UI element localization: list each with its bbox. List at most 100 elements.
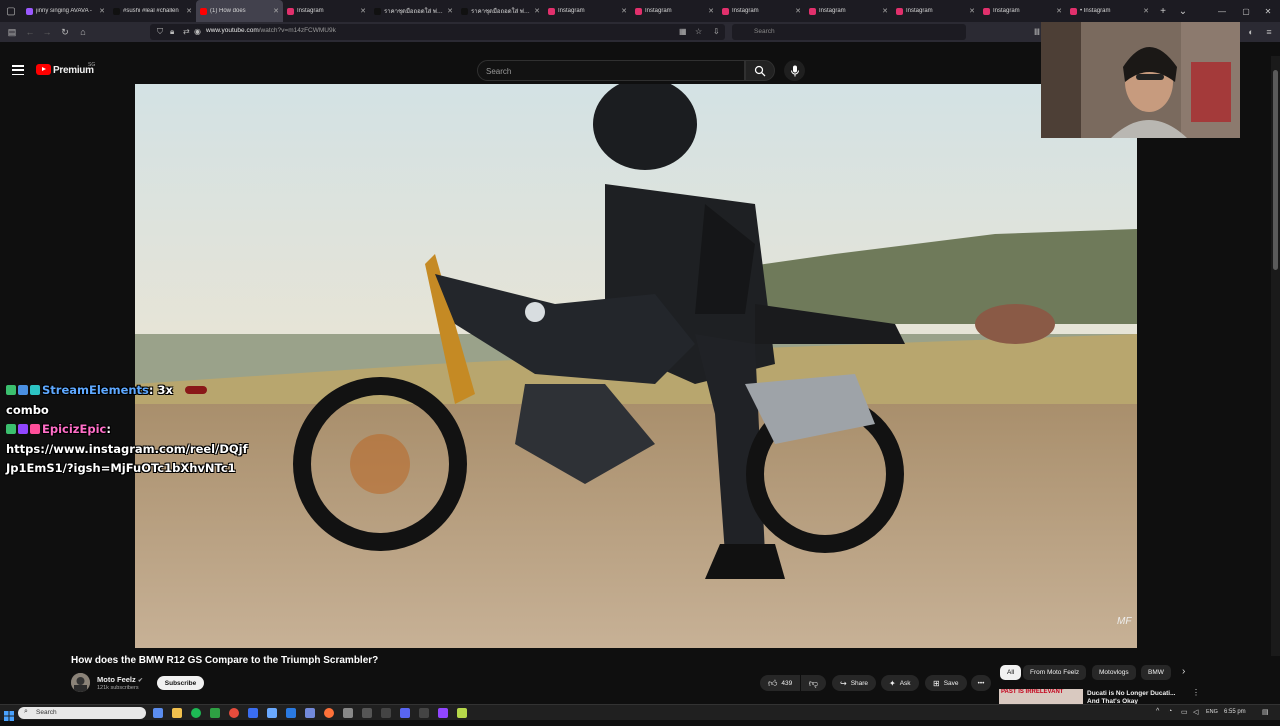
app-icon-gray[interactable]	[343, 708, 353, 718]
browser-tab[interactable]: Instagram ✕	[805, 0, 892, 22]
scrollbar-thumb[interactable]	[1273, 70, 1278, 270]
app-icon-tools[interactable]	[419, 708, 429, 718]
channel-name[interactable]: Moto Feelz ✔	[97, 675, 143, 684]
browser-tab[interactable]: ราคาชุดมือถอดใส่ พ่อค้า ✕	[457, 0, 544, 22]
youtube-logo-icon[interactable]	[36, 64, 51, 75]
youtube-search-box[interactable]	[477, 60, 745, 81]
language-indicator[interactable]: ENG	[1206, 709, 1218, 715]
twitch-icon[interactable]	[438, 708, 448, 718]
more-actions-button[interactable]: •••	[971, 675, 991, 691]
app-icon-green[interactable]	[210, 708, 220, 718]
search-button[interactable]	[745, 60, 775, 81]
browser-tab[interactable]: Instagram ✕	[544, 0, 631, 22]
new-tab-icon[interactable]: +	[1153, 6, 1173, 17]
tab-close-icon[interactable]: ✕	[534, 7, 540, 15]
tab-close-icon[interactable]: ✕	[99, 7, 105, 15]
discord-icon[interactable]	[400, 708, 410, 718]
share-button[interactable]: ↪ Share	[832, 675, 877, 691]
tab-close-icon[interactable]: ✕	[186, 7, 192, 15]
recommended-menu-icon[interactable]: ⋮	[1192, 688, 1200, 697]
maximize-icon[interactable]: ▢	[1234, 0, 1258, 22]
browser-tab[interactable]: Instagram ✕	[631, 0, 718, 22]
home-icon[interactable]: ⌂	[76, 25, 90, 39]
sidebar-toggle-icon[interactable]: ▤	[5, 25, 19, 39]
chip-bmw[interactable]: BMW	[1141, 665, 1171, 680]
permissions-icon[interactable]: ⇄	[183, 27, 190, 36]
lock-icon[interactable]: 🔒︎	[170, 27, 174, 37]
browser-tab[interactable]: Instagram ✕	[979, 0, 1066, 22]
tab-close-icon[interactable]: ✕	[621, 7, 627, 15]
browser-search-field[interactable]: Search	[732, 24, 966, 40]
tab-close-icon[interactable]: ✕	[969, 7, 975, 15]
subscribe-button[interactable]: Subscribe	[157, 676, 204, 690]
tab-close-icon[interactable]: ✕	[1143, 7, 1149, 15]
tab-close-icon[interactable]: ✕	[1056, 7, 1062, 15]
tab-close-icon[interactable]: ✕	[273, 7, 279, 15]
chrome-icon[interactable]	[248, 708, 258, 718]
reload-icon[interactable]: ↻	[58, 25, 72, 39]
page-scrollbar[interactable]	[1271, 56, 1280, 656]
browser-tab[interactable]: ราคาชุดมือถอดใส่ พ่อค้า ✕	[370, 0, 457, 22]
tab-close-icon[interactable]: ✕	[882, 7, 888, 15]
chip-all[interactable]: All	[1000, 665, 1022, 680]
dislike-button[interactable]: 👎︎	[801, 675, 826, 691]
url-bar[interactable]: ⛉ 🔒︎ ⇄ ◉ www.youtube.com/watch?v=m14zFCW…	[150, 24, 725, 40]
recommended-thumbnail[interactable]: PAST IS IRRELEVANT	[999, 689, 1083, 705]
spotify-icon[interactable]	[191, 708, 201, 718]
video-player[interactable]: MF	[135, 84, 1137, 648]
back-icon[interactable]: ←	[23, 25, 37, 39]
network-icon[interactable]: ◔	[1168, 708, 1172, 715]
app-icon-lime[interactable]	[457, 708, 467, 718]
media-icon[interactable]: ◉	[194, 27, 201, 36]
browser-tab[interactable]: #sushi #leal #challen ✕	[109, 0, 196, 22]
tab-close-icon[interactable]: ✕	[360, 7, 366, 15]
browser-tab[interactable]: • Instagram ✕	[1066, 0, 1153, 22]
bookmark-star-icon[interactable]: ☆	[695, 27, 702, 36]
chip-from-channel[interactable]: From Moto Feelz	[1023, 665, 1087, 680]
app-icon-blue[interactable]	[267, 708, 277, 718]
taskbar-clock[interactable]: 6:55 pm	[1224, 709, 1246, 715]
reader-view-icon[interactable]: ▦	[679, 27, 687, 36]
shield-icon[interactable]: ⛉	[157, 27, 163, 37]
tab-overflow-chevron-icon[interactable]: ⌄	[1173, 6, 1193, 17]
voice-search-button[interactable]	[784, 60, 805, 81]
tab-close-icon[interactable]: ✕	[795, 7, 801, 15]
tray-chevron-icon[interactable]: ^	[1156, 708, 1159, 715]
tab-list-icon[interactable]: ▢	[0, 0, 22, 22]
like-button[interactable]: 👍︎ 439	[760, 675, 800, 691]
browser-tab[interactable]: Instagram ✕	[283, 0, 370, 22]
app-icon-red[interactable]	[229, 708, 239, 718]
taskview-icon[interactable]	[153, 708, 163, 718]
file-explorer-icon[interactable]	[172, 708, 182, 718]
downloads-icon[interactable]: ⇩	[713, 27, 720, 36]
taskbar-search[interactable]: ⌕ Search	[18, 707, 146, 719]
browser-tab[interactable]: (1) How does ✕	[196, 0, 283, 22]
app-menu-icon[interactable]: ≡	[1262, 25, 1276, 39]
guide-menu-icon[interactable]	[10, 62, 26, 78]
forward-icon[interactable]: →	[40, 25, 54, 39]
save-button[interactable]: ⊞ Save	[925, 675, 967, 691]
chip-motovlogs[interactable]: Motovlogs	[1092, 665, 1136, 680]
app-icon-media[interactable]	[381, 708, 391, 718]
app-icon-settings[interactable]	[362, 708, 372, 718]
accessibility-icon[interactable]: ◐	[1244, 25, 1258, 39]
notifications-icon[interactable]: ▤	[1262, 708, 1269, 716]
minimize-icon[interactable]: —	[1210, 0, 1234, 22]
volume-icon[interactable]: ◁	[1193, 708, 1198, 716]
channel-avatar[interactable]	[71, 673, 90, 692]
youtube-search-input[interactable]	[478, 62, 718, 81]
recommended-title[interactable]: Ducati is No Longer Ducati... And That's…	[1087, 690, 1182, 704]
battery-icon[interactable]: ▭	[1181, 708, 1188, 716]
chips-next-chevron-icon[interactable]: ›	[1182, 666, 1185, 677]
tab-close-icon[interactable]: ✕	[447, 7, 453, 15]
tab-close-icon[interactable]: ✕	[708, 7, 714, 15]
browser-tab[interactable]: Instagram ✕	[718, 0, 805, 22]
ask-button[interactable]: ✦ Ask	[881, 675, 919, 691]
app-icon-steam[interactable]	[305, 708, 315, 718]
browser-tab[interactable]: Instagram ✕	[892, 0, 979, 22]
windows-start-icon[interactable]	[4, 708, 14, 721]
firefox-icon[interactable]	[324, 708, 334, 718]
browser-tab[interactable]: jinny singing AVAVA - ✕	[22, 0, 109, 22]
app-icon-store[interactable]	[286, 708, 296, 718]
close-window-icon[interactable]: ✕	[1256, 0, 1280, 22]
